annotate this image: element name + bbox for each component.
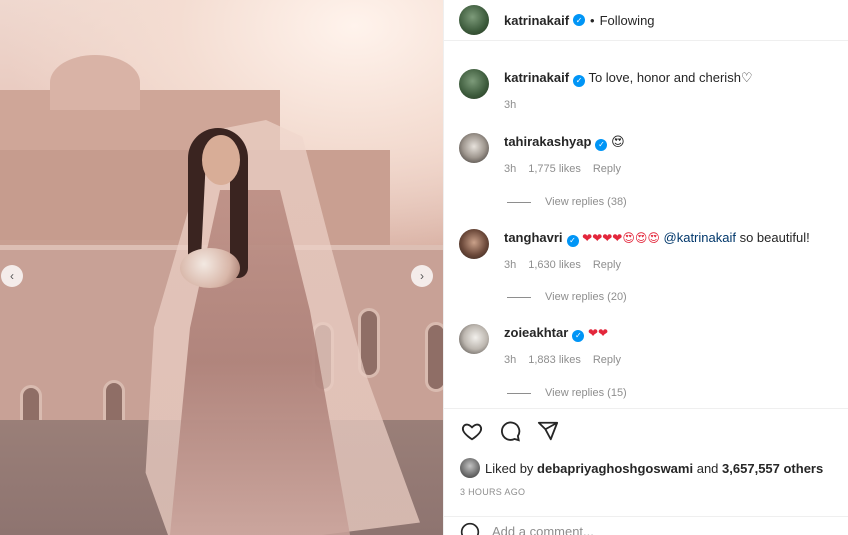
comments-list[interactable]: katrinakaif ✓ To love, honor and cherish♡…: [444, 41, 848, 408]
avatar[interactable]: [459, 229, 489, 259]
chevron-right-icon: ›: [420, 269, 424, 283]
next-image-button[interactable]: ›: [411, 265, 433, 287]
comment-username[interactable]: tanghavri: [504, 230, 563, 245]
likes-summary: Liked by debapriyaghoshgoswami and 3,657…: [460, 458, 823, 478]
verified-icon: ✓: [595, 138, 608, 151]
bouquet: [180, 248, 240, 288]
verified-icon: ✓: [573, 14, 586, 26]
reply-button[interactable]: Reply: [593, 352, 621, 369]
wall-window: [425, 322, 443, 392]
replies-divider-line: [507, 201, 531, 203]
likes-connector: and: [696, 460, 719, 476]
comment-meta: 3h 1,883 likes Reply: [504, 352, 621, 369]
post-actions-bar: [444, 408, 848, 453]
comment-mention[interactable]: @katrinakaif: [664, 230, 736, 245]
view-replies-button[interactable]: View replies (38): [507, 196, 627, 208]
comment-text: 😍: [611, 134, 625, 149]
verified-icon: ✓: [573, 74, 586, 87]
heart-icon: [461, 423, 483, 441]
header-username[interactable]: katrinakaif: [504, 13, 569, 28]
comment-item: tahirakashyap ✓ 😍 3h 1,775 likes Reply: [459, 133, 625, 178]
face: [202, 135, 240, 185]
share-icon: [537, 421, 559, 441]
post-image[interactable]: ‹ ›: [0, 0, 443, 535]
caption-meta: 3h: [504, 97, 753, 114]
comment-meta: 3h 1,630 likes Reply: [504, 257, 810, 274]
avatar[interactable]: [459, 5, 489, 35]
liker-username[interactable]: debapriyaghoshgoswami: [537, 461, 693, 476]
comment-time[interactable]: 3h: [504, 257, 516, 274]
previous-image-button[interactable]: ‹: [1, 265, 23, 287]
comment-input[interactable]: Add a comment...: [492, 524, 594, 535]
comment-likes[interactable]: 1,883 likes: [528, 352, 581, 369]
avatar[interactable]: [459, 324, 489, 354]
caption-username[interactable]: katrinakaif: [504, 70, 569, 85]
caption-time[interactable]: 3h: [504, 97, 516, 114]
avatar[interactable]: [459, 69, 489, 99]
likes-others[interactable]: 3,657,557 others: [722, 461, 823, 476]
reply-button[interactable]: Reply: [593, 161, 621, 178]
fort-dome: [50, 55, 140, 110]
share-button[interactable]: [536, 419, 560, 443]
add-comment-bar: Add a comment...: [444, 516, 848, 535]
comment-meta: 3h 1,775 likes Reply: [504, 161, 625, 178]
comment-icon: [501, 421, 521, 442]
comment-likes[interactable]: 1,775 likes: [528, 161, 581, 178]
instagram-post-modal: ‹ › katrinakaif ✓ • Following katrinakai…: [0, 0, 848, 535]
emoji-icon[interactable]: [460, 522, 480, 535]
view-replies-button[interactable]: View replies (15): [507, 387, 627, 399]
comment-username[interactable]: tahirakashyap: [504, 134, 591, 149]
heart-outline-emoji: ♡: [740, 70, 753, 85]
comment-text: ❤❤: [587, 326, 609, 340]
comment-text-suffix: so beautiful!: [739, 230, 810, 245]
view-replies-button[interactable]: View replies (20): [507, 291, 627, 303]
avatar[interactable]: [460, 458, 480, 478]
separator-dot: •: [590, 12, 595, 28]
view-replies-label: View replies (20): [545, 291, 627, 303]
caption: katrinakaif ✓ To love, honor and cherish♡…: [459, 69, 753, 114]
comment-time[interactable]: 3h: [504, 161, 516, 178]
post-header: katrinakaif ✓ • Following: [444, 0, 848, 41]
comment-item: zoieakhtar ✓ ❤❤ 3h 1,883 likes Reply: [459, 324, 621, 369]
comment-username[interactable]: zoieakhtar: [504, 325, 568, 340]
comment-item: tanghavri ✓ ❤❤❤❤😍😍😍 @katrinakaif so beaut…: [459, 229, 810, 274]
view-replies-label: View replies (38): [545, 196, 627, 208]
liked-by-prefix: Liked by: [485, 460, 534, 476]
chevron-left-icon: ‹: [10, 269, 14, 283]
replies-divider-line: [507, 392, 531, 394]
verified-icon: ✓: [572, 329, 585, 342]
post-timestamp[interactable]: 3 HOURS AGO: [460, 487, 525, 497]
bride-figure: [140, 120, 420, 535]
view-replies-label: View replies (15): [545, 387, 627, 399]
verified-icon: ✓: [566, 234, 579, 247]
caption-text: To love, honor and cherish: [588, 70, 741, 85]
replies-divider-line: [507, 296, 531, 298]
comment-text: ❤❤❤❤😍😍😍: [582, 231, 660, 245]
comment-likes[interactable]: 1,630 likes: [528, 257, 581, 274]
post-side-panel: katrinakaif ✓ • Following katrinakaif ✓ T…: [443, 0, 848, 535]
avatar[interactable]: [459, 133, 489, 163]
comment-button[interactable]: [498, 419, 522, 443]
comment-time[interactable]: 3h: [504, 352, 516, 369]
like-button[interactable]: [460, 419, 484, 443]
following-button[interactable]: Following: [600, 13, 655, 28]
reply-button[interactable]: Reply: [593, 257, 621, 274]
